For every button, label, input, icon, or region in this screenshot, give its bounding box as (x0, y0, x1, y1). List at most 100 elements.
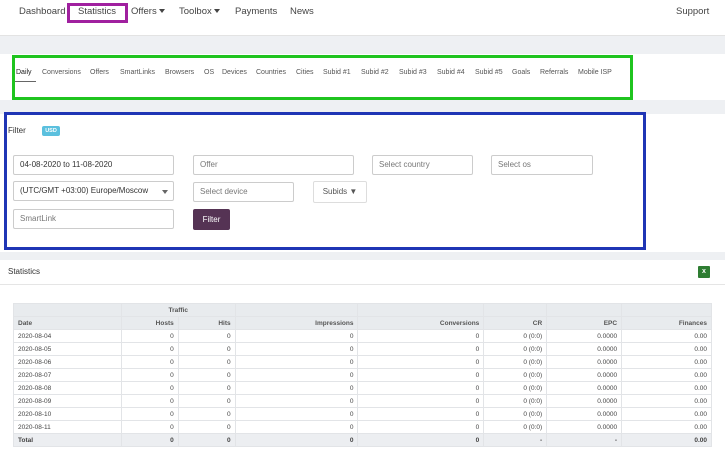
table-cell: 0 (234, 355, 359, 369)
table-cell: 0 (357, 394, 485, 408)
nav-dashboard[interactable]: Dashboard (19, 6, 65, 17)
table-cell: 0.0000 (546, 394, 623, 408)
table-cell: 0 (234, 381, 359, 395)
filter-highlight-box (4, 112, 646, 250)
table-cell: 0 (0:0) (483, 368, 548, 382)
table-cell: 2020-08-11 (13, 420, 122, 434)
table-row: 2020-08-05 0 0 0 0 0 (0:0) 0.0000 0.00 (13, 342, 712, 356)
table-cell: 0 (0:0) (483, 342, 548, 356)
table-header-cell (621, 303, 712, 317)
column-header-finances[interactable]: Finances (621, 316, 712, 330)
table-cell: 0 (234, 368, 359, 382)
nav-toolbox[interactable]: Toolbox (179, 6, 220, 17)
table-cell: 0.00 (621, 394, 712, 408)
nav-support[interactable]: Support (676, 6, 709, 17)
table-cell: 0 (120, 433, 179, 447)
table-cell: 0 (177, 433, 236, 447)
nav-payments[interactable]: Payments (235, 6, 277, 17)
table-cell: 0 (357, 420, 485, 434)
table-cell: 0 (357, 329, 485, 343)
table-row: 2020-08-10 0 0 0 0 0 (0:0) 0.0000 0.00 (13, 407, 712, 421)
nav-toolbox-label: Toolbox (179, 6, 212, 17)
table-cell: 0 (234, 407, 359, 421)
table-header-cell (357, 303, 485, 317)
chevron-down-icon (213, 9, 220, 14)
column-header-cr[interactable]: CR (483, 316, 548, 330)
table-cell: 2020-08-04 (13, 329, 122, 343)
table-cell: 0 (177, 342, 236, 356)
chevron-down-icon (158, 9, 165, 14)
table-cell: 0 (120, 381, 179, 395)
table-cell: 0 (177, 368, 236, 382)
table-cell: Total (13, 433, 122, 447)
table-cell: 0 (234, 329, 359, 343)
table-cell: 2020-08-06 (13, 355, 122, 369)
table-cell: 0.00 (621, 329, 712, 343)
table-cell: 0 (0:0) (483, 407, 548, 421)
column-header-impressions[interactable]: Impressions (234, 316, 359, 330)
total-row: Total 0 0 0 0- -0.00 (13, 433, 712, 447)
table-header-cell (546, 303, 623, 317)
table-header-cell (13, 303, 122, 317)
table-cell: 0 (177, 381, 236, 395)
column-header-date[interactable]: Date (13, 316, 122, 330)
table-cell: 0.00 (621, 355, 712, 369)
table-cell: 0 (120, 394, 179, 408)
excel-export-icon[interactable]: x (698, 266, 710, 278)
table-cell: 0 (120, 420, 179, 434)
table-cell: 0 (234, 394, 359, 408)
table-cell: - (483, 433, 548, 447)
table-cell: 0.0000 (546, 342, 623, 356)
table-cell: 2020-08-10 (13, 407, 122, 421)
column-header-epc[interactable]: EPC (546, 316, 623, 330)
table-row: 2020-08-04 0 0 0 0 0 (0:0) 0.0000 0.00 (13, 329, 712, 343)
table-row: 2020-08-09 0 0 0 0 0 (0:0) 0.0000 0.00 (13, 394, 712, 408)
table-cell: 0.00 (621, 433, 712, 447)
table-cell: 0.00 (621, 368, 712, 382)
table-row: 2020-08-06 0 0 0 0 0 (0:0) 0.0000 0.00 (13, 355, 712, 369)
nav-news[interactable]: News (290, 6, 314, 17)
table-cell: 0 (177, 329, 236, 343)
table-cell: 0 (177, 407, 236, 421)
table-cell: 0 (0:0) (483, 394, 548, 408)
table-cell: 2020-08-07 (13, 368, 122, 382)
table-cell: 0 (357, 355, 485, 369)
column-header-hosts[interactable]: Hosts (120, 316, 179, 330)
traffic-group-header: Traffic (120, 303, 236, 317)
table-cell: 0.0000 (546, 420, 623, 434)
statistics-highlight-box (67, 3, 128, 23)
table-cell: 0 (234, 433, 359, 447)
table-cell: 2020-08-08 (13, 381, 122, 395)
table-cell: 0 (357, 433, 485, 447)
table-cell: 0.00 (621, 407, 712, 421)
table-cell: 0 (0:0) (483, 355, 548, 369)
table-cell: 0 (120, 329, 179, 343)
table-cell: 0 (177, 394, 236, 408)
table-cell: 0 (120, 368, 179, 382)
table-cell: 0.0000 (546, 355, 623, 369)
table-row: 2020-08-08 0 0 0 0 0 (0:0) 0.0000 0.00 (13, 381, 712, 395)
statistics-table: Traffic Date Hosts Hits Impressions Conv… (13, 303, 712, 447)
nav-offers[interactable]: Offers (131, 6, 165, 17)
table-cell: 0 (120, 355, 179, 369)
table-cell: 0 (234, 420, 359, 434)
table-cell: 0 (177, 420, 236, 434)
table-cell: 0 (357, 342, 485, 356)
table-cell: 2020-08-09 (13, 394, 122, 408)
statistics-title: Statistics (8, 267, 41, 276)
statistics-table-body: 2020-08-04 0 0 0 0 0 (0:0) 0.0000 0.00 2020-08-0… (13, 329, 712, 447)
table-cell: 0 (0:0) (483, 381, 548, 395)
table-cell: 0.00 (621, 420, 712, 434)
column-header-hits[interactable]: Hits (177, 316, 236, 330)
divider (0, 284, 725, 285)
tabs-highlight-box (12, 55, 633, 100)
table-cell: 0.0000 (546, 368, 623, 382)
table-cell: 0 (234, 342, 359, 356)
table-cell: 0.0000 (546, 381, 623, 395)
table-cell: 0 (177, 355, 236, 369)
table-cell: 0 (357, 368, 485, 382)
table-cell: 0 (357, 407, 485, 421)
column-header-conversions[interactable]: Conversions (357, 316, 485, 330)
table-cell: 0.00 (621, 381, 712, 395)
table-header-cell (234, 303, 359, 317)
